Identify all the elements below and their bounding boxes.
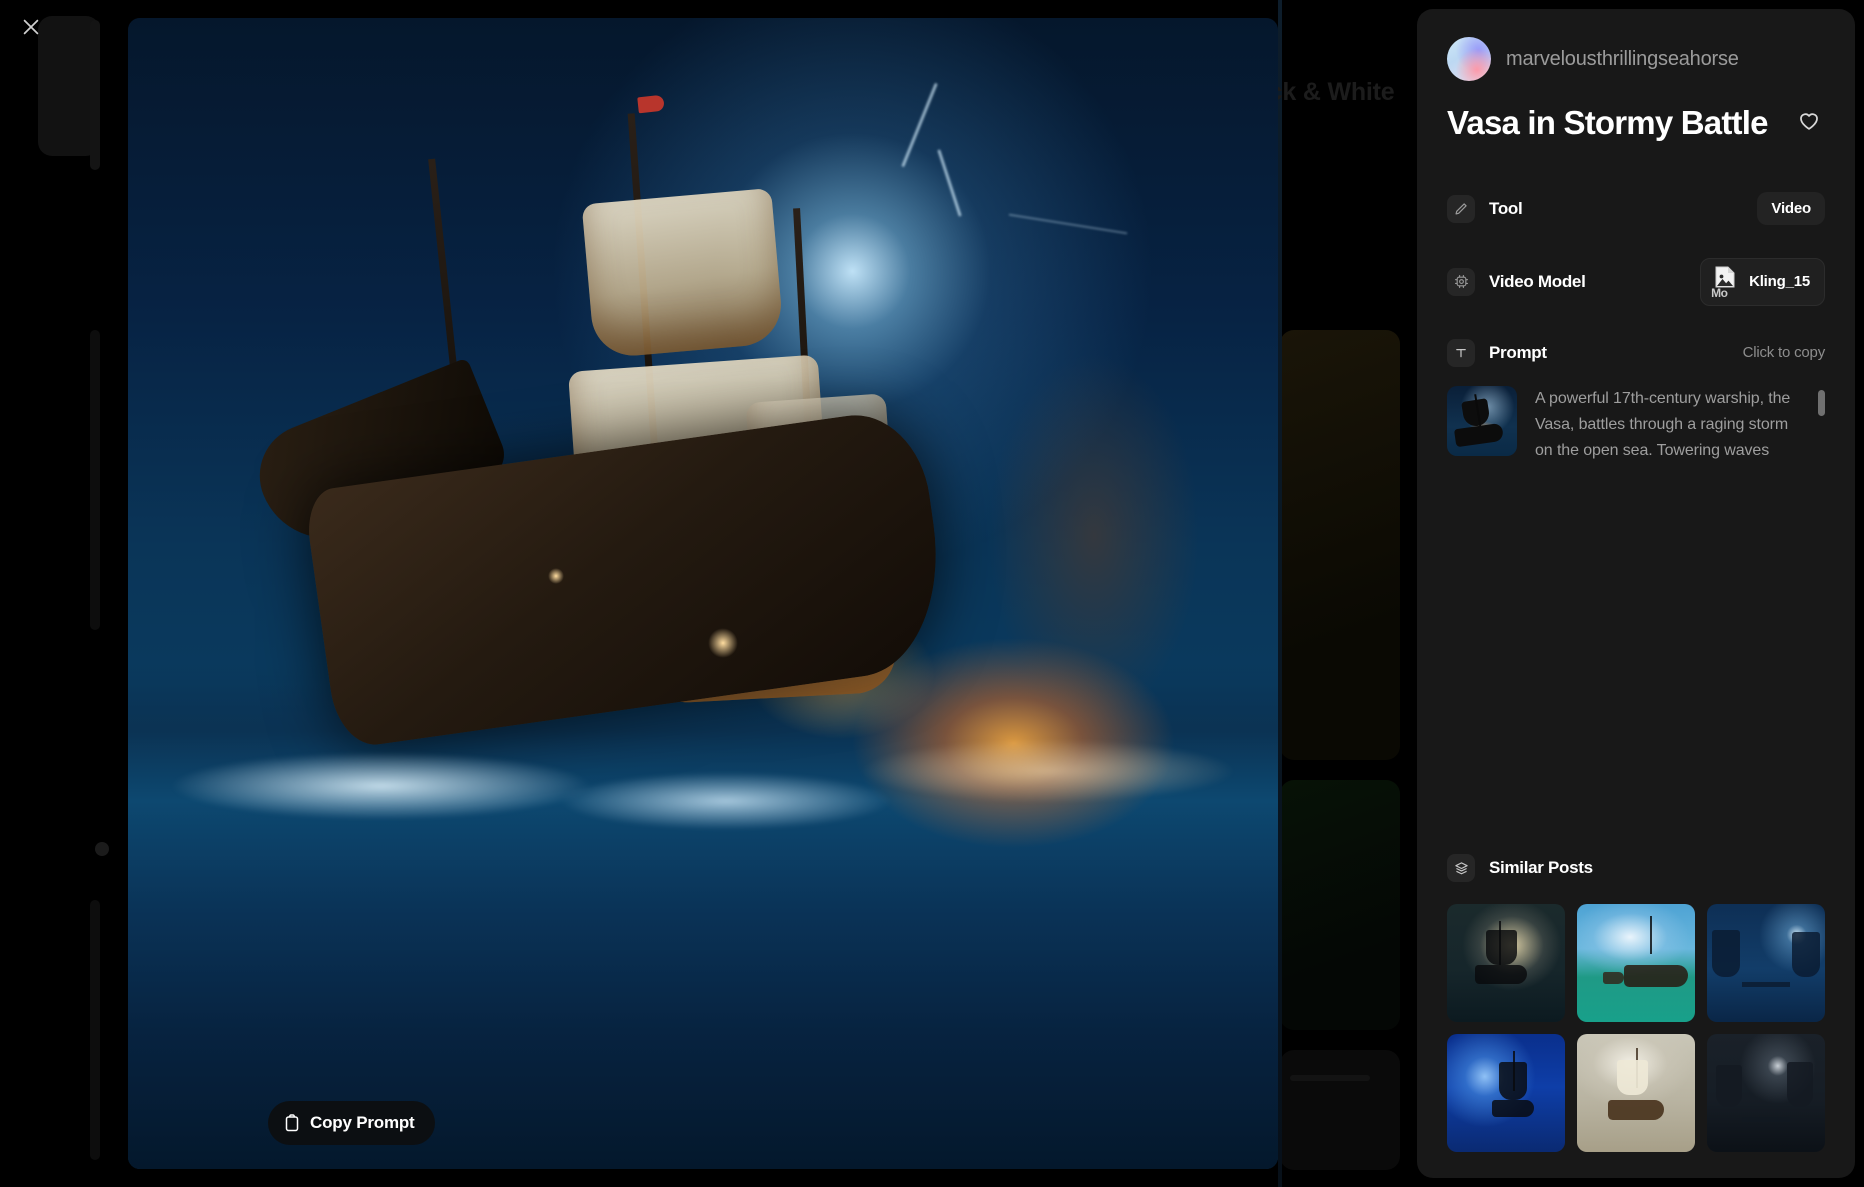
meta-left: Tool — [1447, 194, 1523, 223]
background-card — [90, 20, 100, 170]
similar-post-thumb[interactable] — [1447, 904, 1565, 1022]
similar-post-thumb[interactable] — [1577, 1034, 1695, 1152]
heart-icon — [1796, 107, 1822, 138]
click-to-copy-hint[interactable]: Click to copy — [1743, 344, 1826, 361]
author-username[interactable]: marvelousthrillingseahorse — [1506, 48, 1739, 71]
broken-image-icon: Mo — [1711, 265, 1741, 300]
avatar[interactable] — [1447, 37, 1491, 81]
meta-label-prompt: Prompt — [1489, 342, 1547, 362]
video-model-badge[interactable]: Mo Kling_15 — [1700, 257, 1825, 306]
tool-value-badge[interactable]: Video — [1757, 192, 1825, 226]
wave-foam — [128, 708, 1278, 858]
prompt-scrollbar[interactable] — [1818, 389, 1825, 416]
title-row: Vasa in Stormy Battle — [1447, 104, 1825, 142]
background-dot — [95, 842, 109, 856]
meta-left: Video Model — [1447, 267, 1586, 296]
gear-icon — [1447, 267, 1475, 296]
meta-row-prompt: Prompt Click to copy — [1447, 336, 1825, 370]
author-row[interactable]: marvelousthrillingseahorse — [1447, 37, 1825, 81]
similar-posts-label: Similar Posts — [1489, 858, 1593, 877]
prompt-thumbnail[interactable] — [1447, 385, 1517, 456]
text-icon — [1447, 338, 1475, 367]
media-viewer[interactable]: Copy Prompt — [128, 18, 1278, 1169]
lightning-streak — [1008, 213, 1128, 235]
background-card — [1280, 1050, 1400, 1170]
background-card — [1280, 330, 1400, 760]
meta-label-tool: Tool — [1489, 198, 1523, 218]
copy-prompt-label: Copy Prompt — [310, 1113, 415, 1132]
close-button[interactable] — [10, 6, 52, 48]
clipboard-icon — [284, 1114, 300, 1132]
similar-posts-grid — [1447, 904, 1825, 1152]
similar-post-thumb[interactable] — [1447, 1034, 1565, 1152]
similar-post-thumb[interactable] — [1577, 904, 1695, 1022]
artwork-image — [128, 18, 1278, 1169]
background-divider — [1290, 1075, 1370, 1081]
similar-posts-header: Similar Posts — [1447, 854, 1825, 882]
page-title: Vasa in Stormy Battle — [1447, 104, 1768, 141]
prompt-body[interactable]: A powerful 17th-century warship, the Vas… — [1447, 385, 1825, 478]
video-model-value: Kling_15 — [1749, 273, 1810, 291]
similar-post-thumb[interactable] — [1707, 1034, 1825, 1152]
background-card — [90, 900, 100, 1160]
meta-left: Prompt — [1447, 338, 1547, 367]
prompt-text: A powerful 17th-century warship, the Vas… — [1535, 389, 1791, 460]
ship-illustration — [244, 94, 998, 758]
similar-posts-section: Similar Posts — [1447, 854, 1825, 1152]
similar-post-thumb[interactable] — [1707, 904, 1825, 1022]
background-card — [1280, 780, 1400, 1030]
background-image-strip — [1278, 0, 1282, 1187]
pencil-icon — [1447, 194, 1475, 223]
meta-label-video-model: Video Model — [1489, 271, 1586, 291]
meta-row-tool: Tool Video — [1447, 192, 1825, 226]
broken-image-alt-text: Mo — [1711, 285, 1728, 300]
copy-prompt-button[interactable]: Copy Prompt — [268, 1101, 435, 1145]
like-button[interactable] — [1793, 107, 1825, 139]
post-details-panel: marvelousthrillingseahorse Vasa in Storm… — [1417, 9, 1855, 1178]
background-card — [90, 330, 100, 630]
layers-icon — [1447, 854, 1475, 882]
close-icon — [20, 16, 42, 38]
meta-row-video-model: Video Model Mo Kling_15 — [1447, 257, 1825, 306]
